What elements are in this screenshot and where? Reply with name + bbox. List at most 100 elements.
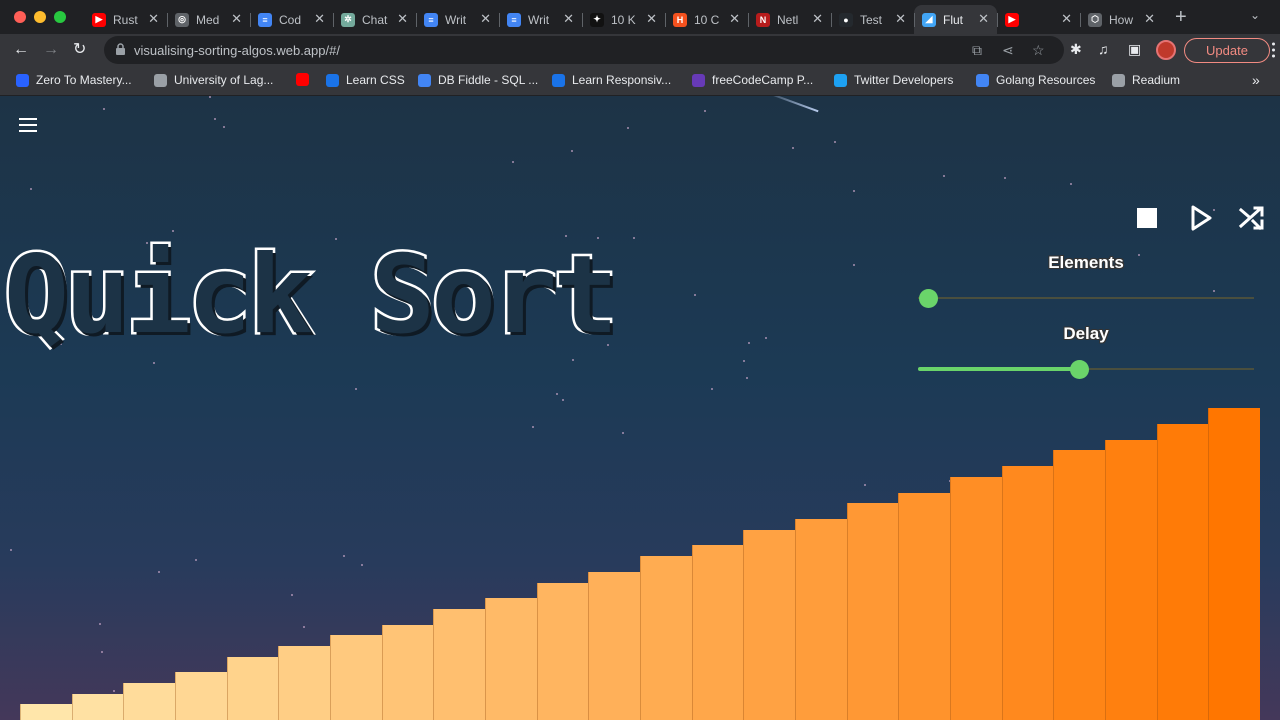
sort-bar (1053, 450, 1105, 720)
tab-favicon-icon: ◎ (175, 12, 189, 27)
tab-search-icon[interactable]: ⌄ (1250, 8, 1260, 22)
browser-tab[interactable]: ≡ Cod ✕ (250, 5, 333, 34)
tab-favicon-icon: ⬡ (1088, 12, 1102, 27)
sort-bar (485, 598, 537, 720)
profile-avatar[interactable] (1156, 40, 1176, 60)
bookmark-favicon-icon (16, 73, 29, 87)
sort-bar (1105, 440, 1157, 720)
bookmark-item[interactable] (296, 73, 316, 86)
tab-close-icon[interactable]: ✕ (314, 11, 325, 27)
media-control-icon[interactable]: ♫ (1098, 41, 1109, 57)
tab-close-icon[interactable]: ✕ (148, 11, 159, 27)
bookmark-item[interactable]: Learn CSS (326, 73, 405, 87)
sort-bar (640, 556, 692, 720)
bookmark-item[interactable]: Learn Responsiv... (552, 73, 671, 87)
sort-bar (537, 583, 589, 720)
bookmark-item[interactable]: DB Fiddle - SQL ... (418, 73, 538, 87)
bookmark-label: Learn CSS (346, 73, 405, 87)
tab-favicon-icon: ✲ (341, 12, 355, 27)
bookmark-favicon-icon (692, 73, 705, 87)
more-bookmarks-icon[interactable]: » (1252, 72, 1260, 88)
tab-close-icon[interactable]: ✕ (812, 11, 823, 27)
tab-close-icon[interactable]: ✕ (646, 11, 657, 27)
bookmark-item[interactable]: Twitter Developers (834, 73, 953, 87)
browser-tab[interactable]: ▶ Rust ✕ (84, 5, 167, 34)
sort-bar (1208, 408, 1260, 720)
tab-close-icon[interactable]: ✕ (397, 11, 408, 27)
tab-close-icon[interactable]: ✕ (563, 11, 574, 27)
tab-close-icon[interactable]: ✕ (978, 11, 989, 27)
tab-title: Med (196, 12, 220, 27)
tab-title: Netl (777, 12, 799, 27)
back-button[interactable]: ← (13, 40, 29, 60)
browser-tab[interactable]: ⬡ How ✕ (1080, 5, 1163, 34)
address-bar[interactable]: visualising-sorting-algos.web.app/#/ ⧉ ⋖… (104, 36, 1064, 64)
sort-bar (795, 519, 847, 720)
tab-favicon-icon: ● (839, 12, 853, 27)
reload-button[interactable]: ↻ (73, 40, 86, 60)
tab-favicon-icon: ◢ (922, 12, 936, 27)
sort-bar (227, 657, 279, 720)
tab-favicon-icon: ≡ (507, 12, 521, 27)
bookmark-label: DB Fiddle - SQL ... (438, 73, 539, 87)
more-menu-icon[interactable] (1272, 42, 1275, 58)
share-icon[interactable]: ⋖ (1002, 42, 1014, 59)
tab-title: Writ (528, 12, 550, 27)
maximize-window-button[interactable] (54, 11, 66, 23)
sort-bar (743, 530, 795, 720)
bookmark-favicon-icon (296, 73, 309, 86)
browser-tab[interactable]: N Netl ✕ (748, 5, 831, 34)
tab-close-icon[interactable]: ✕ (480, 11, 491, 27)
bookmark-favicon-icon (154, 73, 167, 87)
bookmark-favicon-icon (834, 73, 847, 87)
browser-tab[interactable]: ● Test ✕ (831, 5, 914, 34)
install-app-icon[interactable]: ⧉ (972, 42, 982, 59)
tab-favicon-icon: ▶ (92, 12, 106, 27)
minimize-window-button[interactable] (34, 11, 46, 23)
sort-bar (72, 694, 124, 720)
bookmark-favicon-icon (1112, 73, 1125, 87)
side-panel-icon[interactable]: ▣ (1128, 41, 1141, 58)
url-text: visualising-sorting-algos.web.app/#/ (134, 43, 340, 58)
extensions-icon[interactable]: ✱ (1070, 41, 1082, 58)
browser-tab[interactable]: ▶ ✕ (997, 5, 1080, 34)
sort-bar (692, 545, 744, 720)
browser-tab[interactable]: ≡ Writ ✕ (499, 5, 582, 34)
tab-close-icon[interactable]: ✕ (895, 11, 906, 27)
bookmark-item[interactable]: freeCodeCamp P... (692, 73, 813, 87)
update-button[interactable]: Update (1184, 38, 1270, 63)
bookmark-label: freeCodeCamp P... (712, 73, 814, 87)
browser-tab[interactable]: ◢ Flut ✕ (914, 5, 997, 34)
tab-close-icon[interactable]: ✕ (1061, 11, 1072, 27)
forward-button[interactable]: → (43, 40, 59, 60)
bookmark-label: Readium (1132, 73, 1181, 87)
tab-close-icon[interactable]: ✕ (729, 11, 740, 27)
tab-strip: ▶ Rust ✕ ◎ Med ✕ ≡ Cod ✕ ✲ Chat ✕ ≡ Writ ✕ ≡ Writ ✕ ✦ 10 K ✕… (84, 5, 1163, 34)
bookmark-item[interactable]: Readium (1112, 73, 1180, 87)
tab-title: 10 K (611, 12, 636, 27)
bookmarks-bar: » Zero To Mastery... University of Lag...… (0, 66, 1280, 96)
browser-tab[interactable]: ≡ Writ ✕ (416, 5, 499, 34)
tab-close-icon[interactable]: ✕ (231, 11, 242, 27)
bookmark-label: Twitter Developers (854, 73, 954, 87)
browser-tab[interactable]: ✦ 10 K ✕ (582, 5, 665, 34)
sort-bar (847, 503, 899, 720)
sorting-bars (0, 96, 1280, 720)
sort-bar (330, 635, 382, 720)
browser-tab[interactable]: ✲ Chat ✕ (333, 5, 416, 34)
tab-title: Test (860, 12, 883, 27)
tab-close-icon[interactable]: ✕ (1144, 11, 1155, 27)
new-tab-button[interactable]: + (1175, 6, 1187, 29)
bookmark-label: Learn Responsiv... (572, 73, 672, 87)
tab-favicon-icon: N (756, 12, 770, 27)
lock-icon (116, 43, 125, 55)
bookmark-star-icon[interactable]: ☆ (1032, 42, 1045, 59)
tab-favicon-icon: ▶ (1005, 12, 1019, 27)
browser-tab[interactable]: H 10 C ✕ (665, 5, 748, 34)
browser-toolbar: ← → ↻ visualising-sorting-algos.web.app/… (0, 34, 1280, 66)
browser-tab[interactable]: ◎ Med ✕ (167, 5, 250, 34)
bookmark-item[interactable]: Golang Resources (976, 73, 1095, 87)
bookmark-item[interactable]: Zero To Mastery... (16, 73, 132, 87)
close-window-button[interactable] (14, 11, 26, 23)
bookmark-item[interactable]: University of Lag... (154, 73, 273, 87)
